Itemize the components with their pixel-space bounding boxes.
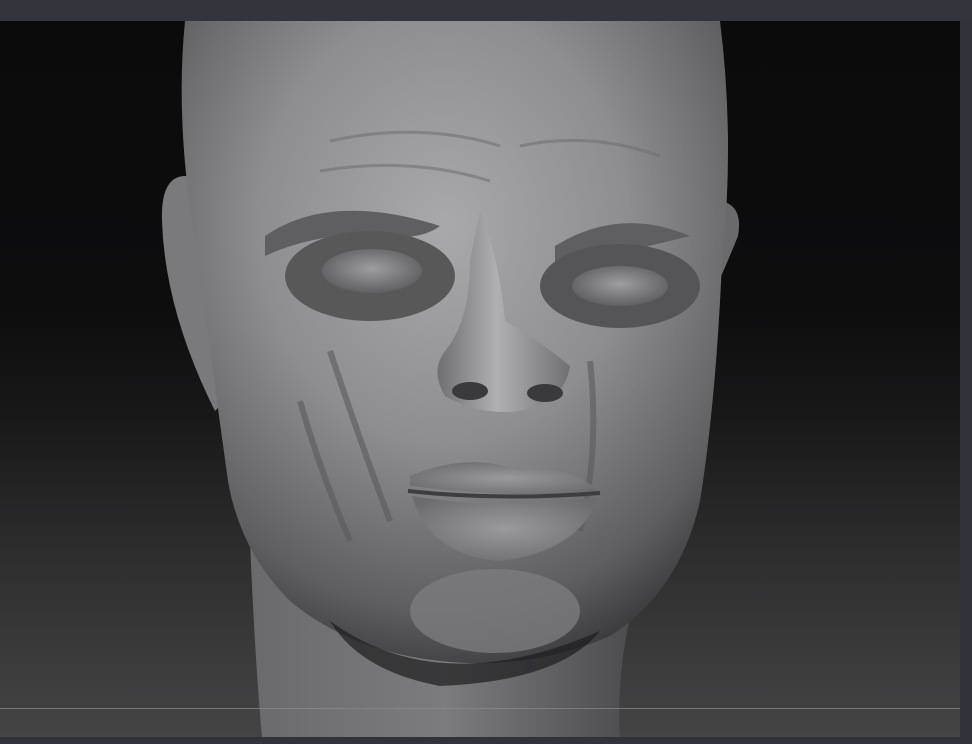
right-panel-edge: [960, 21, 972, 744]
right-eye-shape: [572, 266, 668, 306]
bottom-panel-edge: [0, 737, 972, 744]
right-nostril: [527, 384, 563, 402]
left-nostril: [452, 382, 488, 400]
top-toolbar: [0, 0, 972, 21]
app-window: [0, 0, 972, 744]
canvas-viewport[interactable]: [0, 21, 960, 737]
left-eye-shape: [322, 249, 422, 293]
chin-shape: [410, 569, 580, 653]
sculpted-head-model[interactable]: [0, 21, 960, 737]
floor-grid-line: [0, 708, 960, 709]
